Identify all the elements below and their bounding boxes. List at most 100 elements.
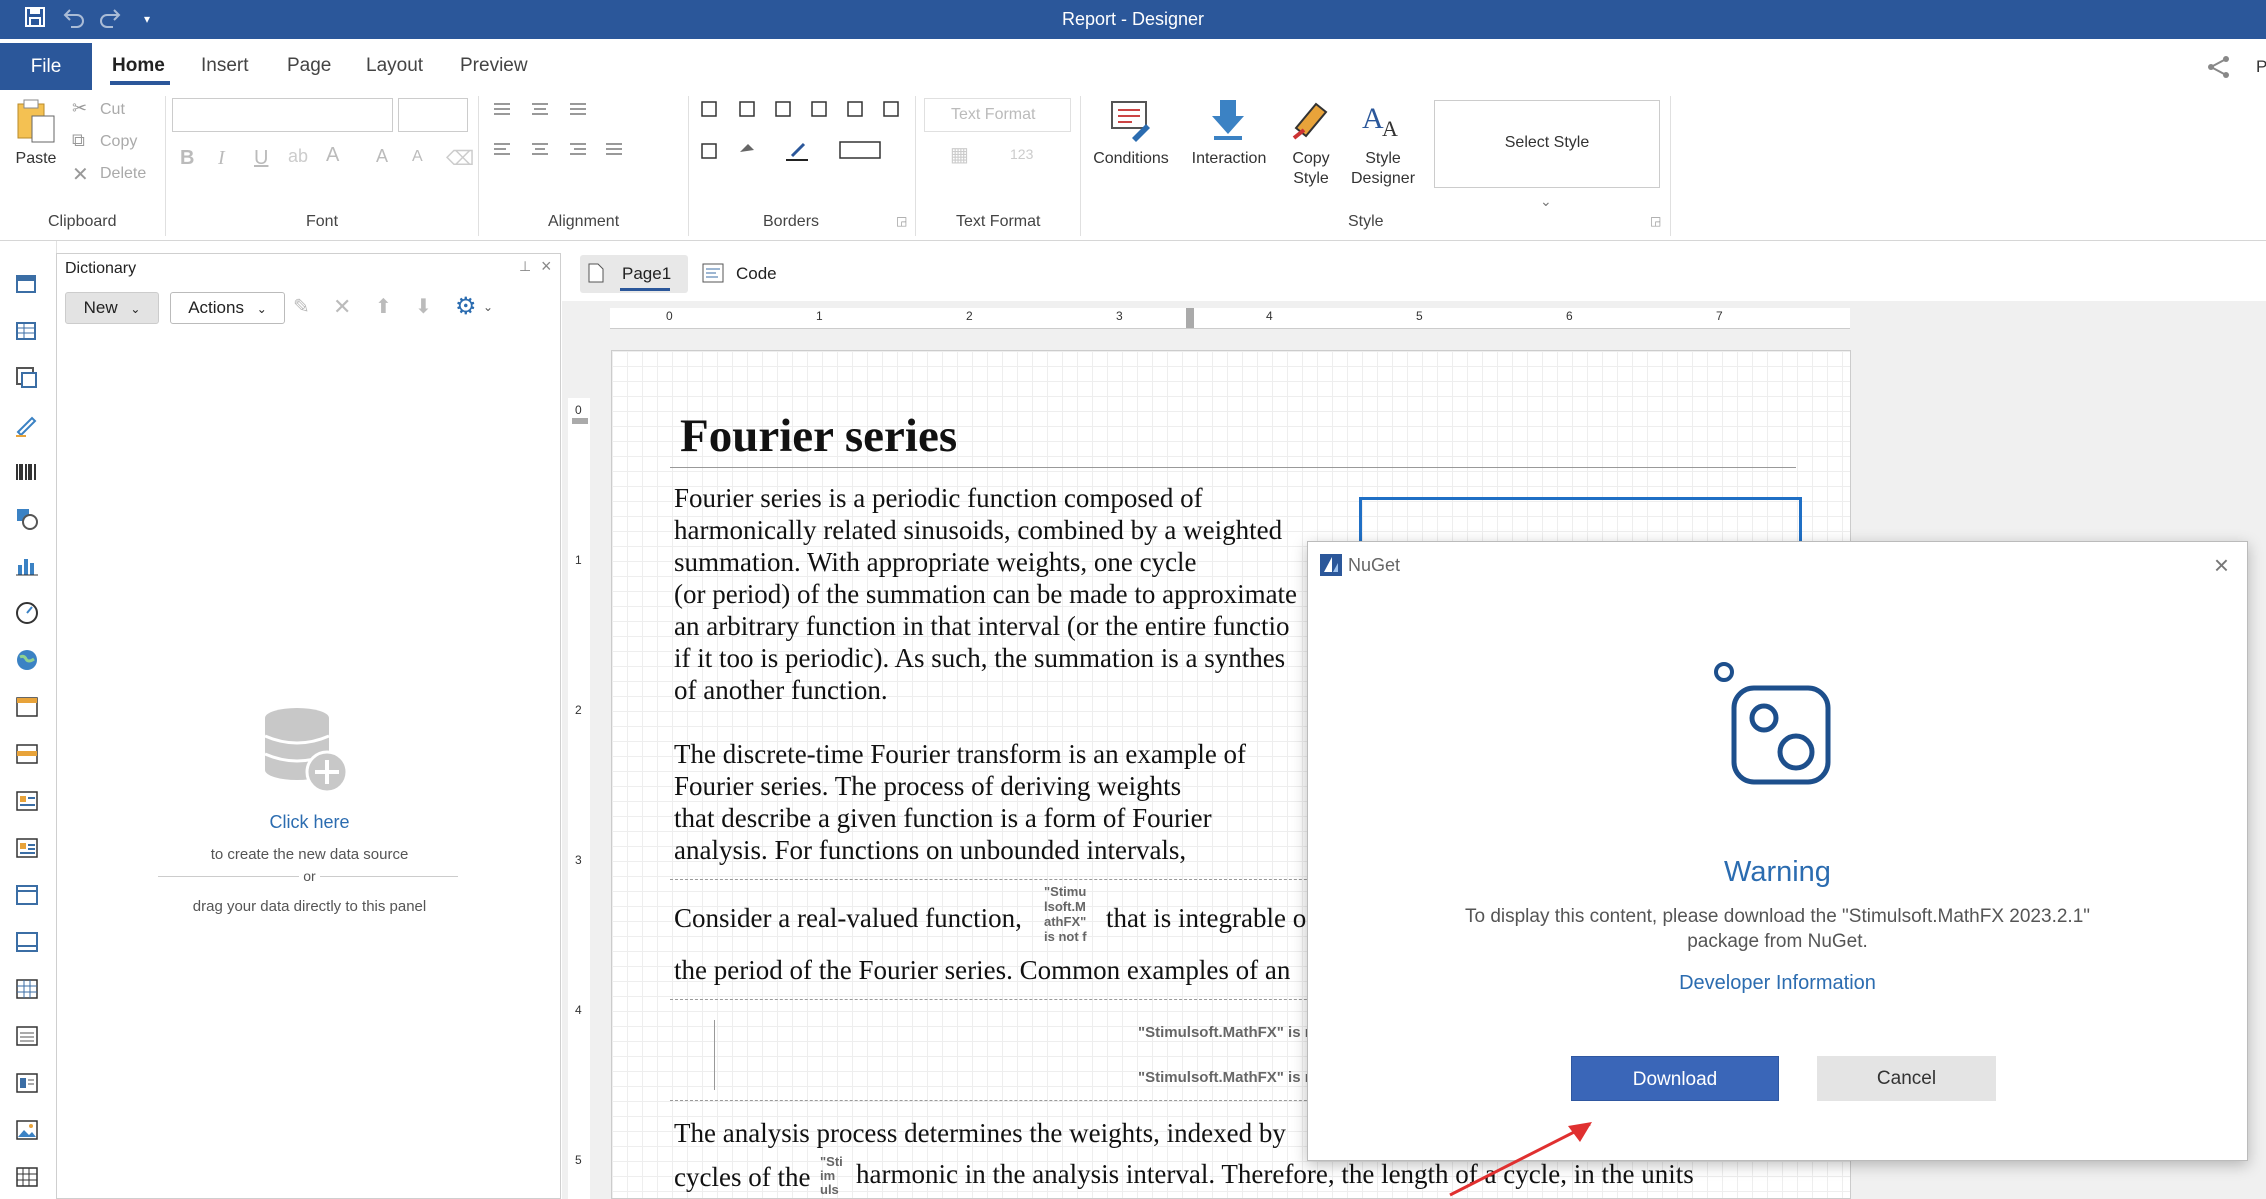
underline-button[interactable]: U [254, 147, 268, 170]
ruler-marker[interactable] [572, 418, 588, 424]
active-page-indicator [620, 288, 670, 291]
font-color-icon[interactable]: A [326, 144, 339, 167]
settings-gear-icon[interactable]: ⚙ [455, 292, 477, 321]
database-add-icon[interactable] [261, 704, 353, 796]
close-panel-icon[interactable]: × [541, 256, 552, 277]
shape-icon[interactable] [14, 506, 40, 532]
barcode-icon[interactable] [14, 459, 40, 485]
warning-heading: Warning [1724, 856, 1831, 888]
dialog-title: NuGet [1348, 555, 1401, 575]
group-header-icon[interactable] [14, 882, 40, 908]
header-band-icon[interactable] [14, 788, 40, 814]
copy-button[interactable]: Copy [100, 133, 137, 151]
paragraph-line: The discrete-time Fourier transform is a… [674, 739, 1247, 769]
mathfx-placeholder[interactable]: "Sti im uls [820, 1155, 848, 1199]
select-style-gallery[interactable]: Select Style [1434, 100, 1660, 188]
create-hint: to create the new data source [210, 846, 409, 863]
group-label-font: Font [306, 213, 339, 230]
paragraph-line: The analysis process determines the weig… [674, 1118, 1286, 1148]
style-designer-button[interactable]: AA Style Designer [1348, 96, 1418, 196]
interaction-button[interactable]: Interaction [1188, 96, 1270, 167]
move-up-icon[interactable]: ⬆ [375, 294, 392, 319]
tab-home[interactable]: Home [112, 55, 165, 77]
cross-band-icon[interactable] [14, 318, 40, 344]
bold-button[interactable]: B [180, 147, 194, 170]
gauge-icon[interactable] [14, 600, 40, 626]
alignment-buttons[interactable] [490, 100, 680, 170]
cut-button[interactable]: Cut [100, 101, 125, 119]
chevron-down-icon: ⌄ [256, 302, 267, 316]
group-separator [165, 96, 166, 236]
mathfx-placeholder[interactable]: "Stimulsoft.MathFX" is n [1138, 1024, 1314, 1041]
table-icon[interactable] [14, 1164, 40, 1190]
format-number-icon[interactable]: 123 [1010, 146, 1033, 162]
tab-code[interactable]: Code [700, 255, 790, 293]
edit-icon[interactable]: ✎ [293, 294, 310, 319]
paste-button[interactable]: Paste [14, 98, 58, 167]
eraser-icon[interactable]: ⌫ [446, 146, 474, 171]
chart-icon[interactable] [14, 553, 40, 579]
strikethrough-icon[interactable]: ab [288, 146, 308, 167]
svg-text:A: A [1362, 102, 1384, 135]
tab-insert[interactable]: Insert [201, 55, 249, 77]
new-button[interactable]: New ⌄ [65, 292, 159, 324]
dictionary-title: Dictionary [65, 260, 137, 277]
shrink-font-icon[interactable]: A [412, 148, 423, 166]
ruler-marker[interactable] [1186, 308, 1194, 328]
chevron-down-icon[interactable]: ⌄ [483, 300, 493, 314]
delete-icon[interactable]: ✕ [333, 294, 351, 320]
share-icon[interactable] [2206, 55, 2232, 84]
close-icon[interactable]: × [2214, 550, 2229, 581]
tab-preview[interactable]: Preview [460, 55, 528, 77]
tab-page[interactable]: Page [287, 55, 331, 77]
delete-button[interactable]: Delete [100, 165, 146, 183]
page-icon [588, 263, 604, 283]
image-icon[interactable] [14, 1117, 40, 1143]
font-size-combo[interactable] [398, 98, 468, 132]
style-dialog-launcher-icon[interactable]: ◲ [1650, 214, 1661, 228]
text-format-combo[interactable]: Text Format [924, 98, 1071, 132]
report-title-icon[interactable] [14, 741, 40, 767]
empty-band-icon[interactable] [14, 1070, 40, 1096]
grow-font-icon[interactable]: A [376, 146, 388, 167]
mathfx-placeholder[interactable]: "Stimulsoft.MathFX" is n [1138, 1069, 1314, 1086]
nuget-dialog: NuGet × Warning To display this content,… [1307, 541, 2248, 1161]
font-name-combo[interactable] [172, 98, 393, 132]
document-title: Fourier series [680, 410, 958, 462]
dictionary-panel: Dictionary ⊥ × New ⌄ Actions ⌄ ✎ ✕ ⬆ ⬇ ⚙… [56, 253, 561, 1199]
ribbon-right-clipped-label: P [2256, 57, 2266, 76]
style-gallery-expand-icon[interactable]: ⌄ [1540, 193, 1552, 210]
text-pen-icon[interactable] [14, 412, 40, 438]
borders-dialog-launcher-icon[interactable]: ◲ [896, 214, 907, 228]
table-band-icon[interactable] [14, 976, 40, 1002]
page-header-icon[interactable] [14, 694, 40, 720]
paragraph-line: summation. With appropriate weights, one… [674, 547, 1197, 577]
band-icon[interactable] [14, 271, 40, 297]
group-label-clipboard: Clipboard [48, 213, 117, 230]
mathfx-placeholder[interactable]: "Stimu lsoft.M athFX" is not f [1044, 884, 1096, 946]
container-icon[interactable] [14, 365, 40, 391]
move-down-icon[interactable]: ⬇ [415, 294, 432, 319]
tab-page1[interactable]: Page1 [580, 255, 688, 293]
format-icon[interactable]: ▦ [950, 142, 969, 167]
developer-information-link[interactable]: Developer Information [1308, 972, 2247, 995]
copy-style-button[interactable]: Copy Style [1286, 96, 1336, 196]
vertical-ruler: 0 1 2 3 4 5 [568, 398, 590, 1199]
conditions-button[interactable]: Conditions [1090, 96, 1172, 167]
border-buttons[interactable] [700, 100, 910, 170]
download-button[interactable]: Download [1571, 1056, 1779, 1101]
tab-layout[interactable]: Layout [366, 55, 423, 77]
data-band-icon[interactable] [14, 835, 40, 861]
code-icon [702, 263, 724, 283]
map-icon[interactable] [14, 647, 40, 673]
click-here-link[interactable]: Click here [57, 812, 562, 833]
group-separator [1670, 96, 1671, 236]
cancel-button[interactable]: Cancel [1817, 1056, 1996, 1101]
pin-icon[interactable]: ⊥ [519, 258, 531, 275]
footer-band-icon[interactable] [14, 929, 40, 955]
tab-file[interactable]: File [0, 43, 92, 90]
title-band[interactable]: Fourier series [670, 409, 1796, 468]
actions-button[interactable]: Actions ⌄ [170, 292, 285, 324]
child-band-icon[interactable] [14, 1023, 40, 1049]
italic-button[interactable]: I [218, 147, 225, 170]
